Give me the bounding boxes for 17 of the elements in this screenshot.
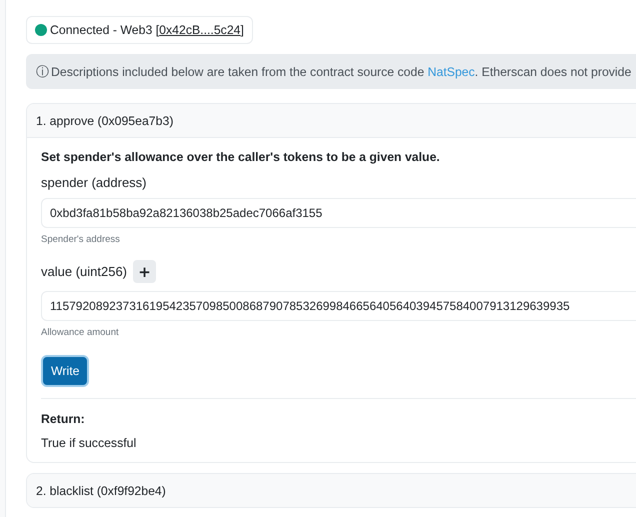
return-text: True if successful [41, 436, 138, 450]
function-header[interactable]: 1. approve (0x095ea7b3) [27, 104, 636, 138]
input-field[interactable]: 0xbd3fa81b58ba92a82136038b25adec7066af3155 [41, 198, 636, 228]
write-button[interactable]: Write [41, 355, 90, 387]
input-label: value (uint256) [41, 264, 127, 279]
notice-text: Descriptions included below are taken from the contract source code NatSpec. Etherscan does not provide [51, 64, 632, 78]
function-header[interactable]: 2. blacklist (0xf9f92be4) [27, 474, 636, 507]
input-hint: Spender's address [41, 234, 121, 245]
input-label: spender (address) [41, 175, 146, 190]
address-link[interactable]: 0x42cB....5c24 [159, 23, 241, 37]
add-button[interactable]: + [133, 260, 156, 283]
input-field[interactable]: 115792089237316195423570985008687907853269984665640564039457584007913129639935 [41, 291, 636, 321]
return-label: Return: [41, 412, 86, 426]
info-icon: ⓘ [36, 62, 49, 80]
status-text: Connected - Web3 [0x42cB....5c24] [50, 23, 244, 37]
function-description: Set spender's allowance over the caller's tokens to be a given value. [41, 150, 441, 164]
input-hint: Allowance amount [41, 327, 120, 338]
